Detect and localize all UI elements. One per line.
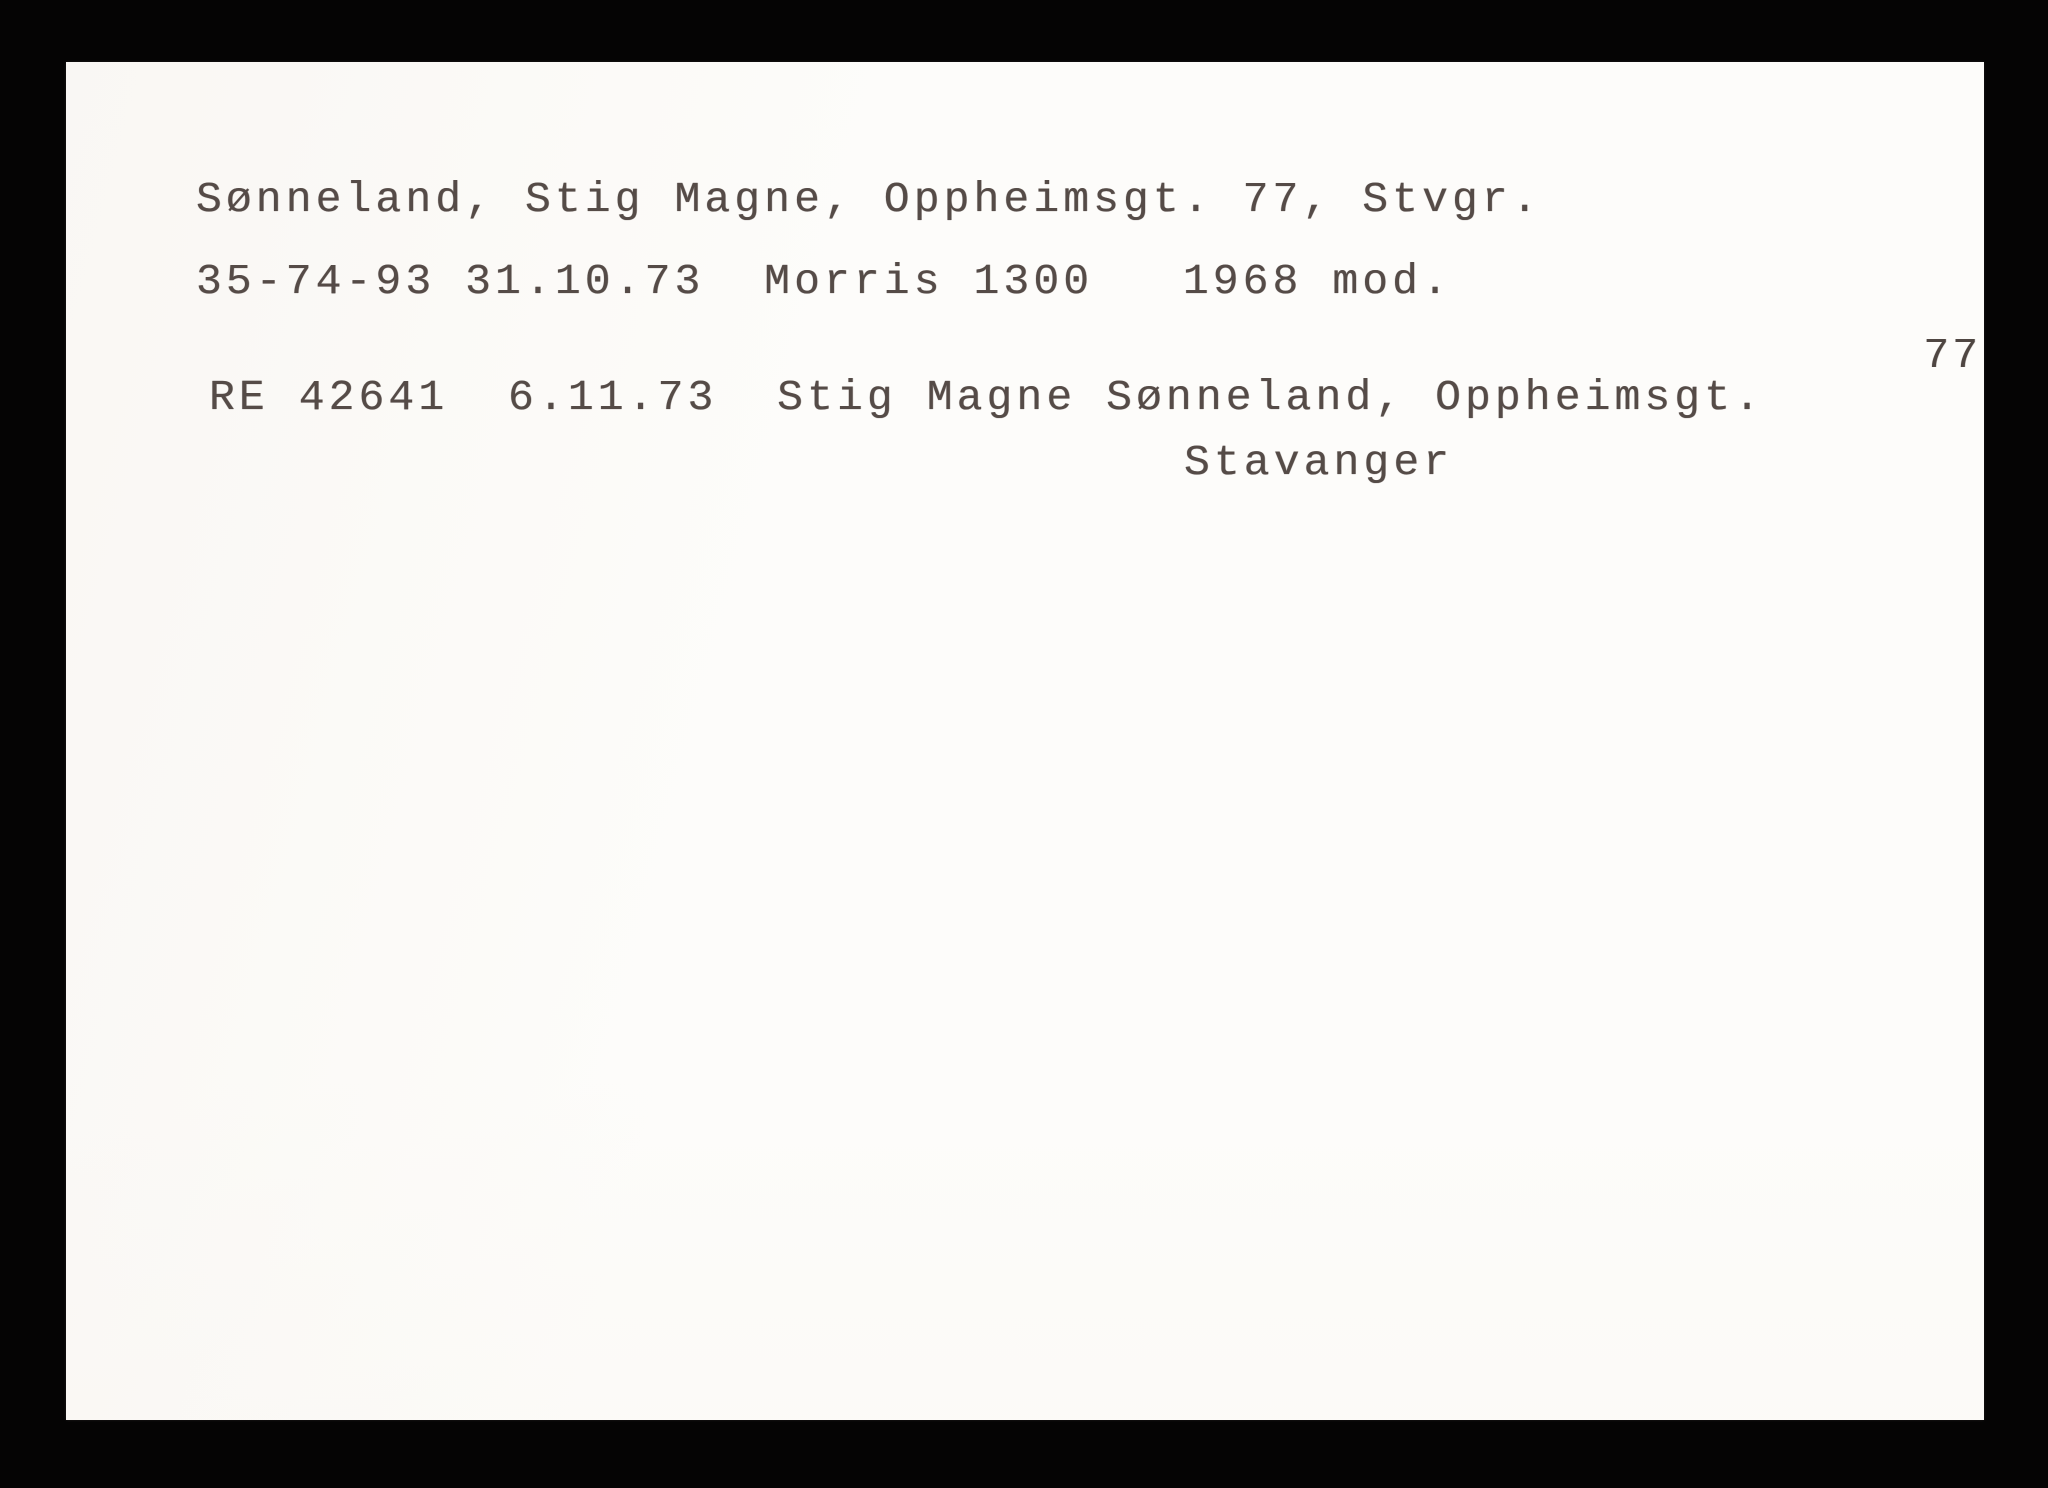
owner-line: Sønneland, Stig Magne, Oppheimsgt. 77, S… bbox=[196, 175, 1542, 224]
typed-text-block: Sønneland, Stig Magne, Oppheimsgt. 77, S… bbox=[66, 62, 1984, 1420]
card-number-stamp: 77 bbox=[1923, 331, 1981, 380]
registration-line: 35-74-93 31.10.73 Morris 1300 1968 mod. bbox=[196, 257, 1452, 306]
transfer-line: RE 42641 6.11.73 Stig Magne Sønneland, O… bbox=[209, 373, 1765, 422]
index-card: Sønneland, Stig Magne, Oppheimsgt. 77, S… bbox=[66, 62, 1984, 1420]
scan-backdrop: Sønneland, Stig Magne, Oppheimsgt. 77, S… bbox=[0, 0, 2048, 1488]
city-line: Stavanger bbox=[1184, 438, 1454, 487]
